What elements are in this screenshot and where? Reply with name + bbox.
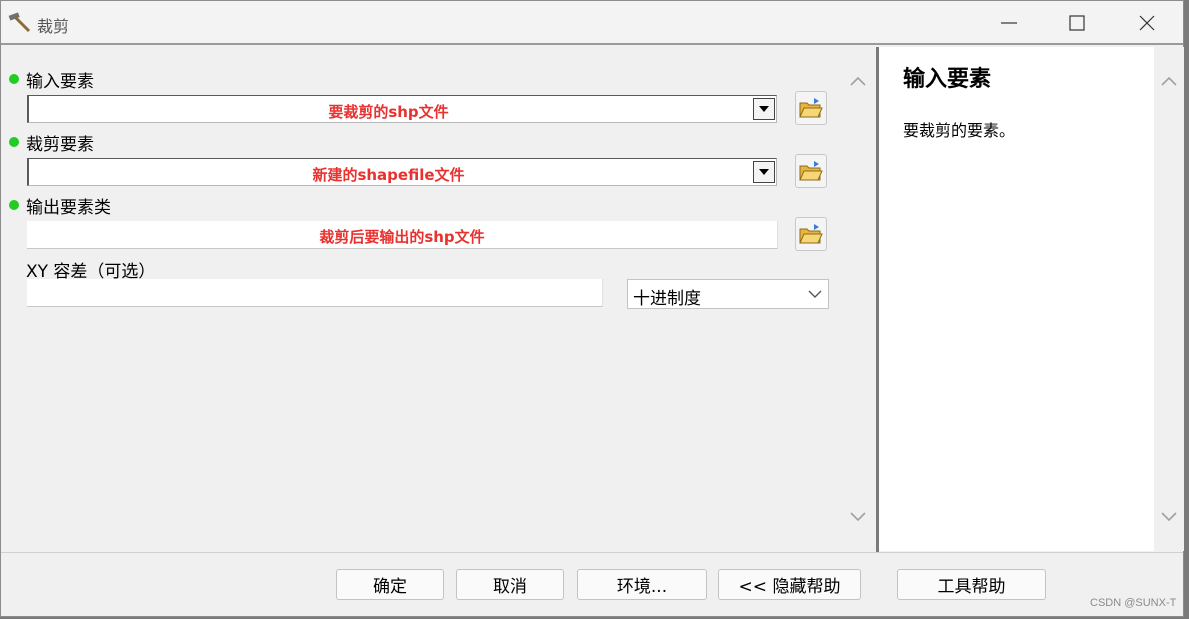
output-feature-class-label: 输出要素类 (26, 198, 111, 218)
open-folder-icon (799, 98, 823, 118)
clip-tool-window: 裁剪 输入要素 要裁剪的shp文件 裁剪要素 新建的shapefile文件 输出… (0, 0, 1184, 617)
dropdown-arrow-icon (759, 169, 769, 175)
close-button[interactable] (1117, 1, 1177, 45)
xy-tolerance-field[interactable] (27, 279, 603, 307)
maximize-button[interactable] (1047, 1, 1107, 45)
output-feature-class-field[interactable]: 裁剪后要输出的shp文件 (27, 221, 778, 249)
input-features-browse-button[interactable] (795, 91, 827, 125)
open-folder-icon (799, 161, 823, 181)
scroll-up-icon[interactable] (848, 73, 868, 89)
required-dot-icon (9, 74, 19, 84)
scroll-down-icon[interactable] (848, 509, 868, 525)
maximize-icon (1069, 15, 1085, 31)
title-bar: 裁剪 (1, 1, 1183, 45)
chevron-down-icon (808, 290, 822, 298)
xy-tolerance-unit-select[interactable]: 十进制度 (627, 279, 829, 309)
required-dot-icon (9, 137, 19, 147)
input-features-field[interactable]: 要裁剪的shp文件 (27, 95, 777, 123)
clip-features-label: 裁剪要素 (26, 135, 94, 155)
input-features-label: 输入要素 (26, 72, 94, 92)
hammer-icon (8, 12, 31, 33)
cancel-button[interactable]: 取消 (456, 569, 564, 600)
help-body: 要裁剪的要素。 (903, 121, 1016, 140)
clip-features-dropdown-button[interactable] (753, 161, 775, 183)
button-bar: 确定 取消 环境... << 隐藏帮助 工具帮助 (1, 552, 1183, 616)
output-feature-class-value: 裁剪后要输出的shp文件 (319, 228, 485, 246)
ok-button[interactable]: 确定 (336, 569, 444, 600)
clip-features-value: 新建的shapefile文件 (312, 166, 465, 184)
output-feature-class-browse-button[interactable] (795, 217, 827, 251)
scroll-down-icon[interactable] (1159, 509, 1179, 525)
minimize-button[interactable] (979, 1, 1039, 45)
scroll-up-icon[interactable] (1159, 73, 1179, 89)
environments-button[interactable]: 环境... (577, 569, 707, 600)
window-title: 裁剪 (37, 17, 70, 36)
input-features-value: 要裁剪的shp文件 (328, 103, 449, 121)
help-scrollbar[interactable] (1154, 47, 1184, 551)
clip-features-browse-button[interactable] (795, 154, 827, 188)
help-panel: 输入要素 要裁剪的要素。 (879, 47, 1154, 551)
clip-features-field[interactable]: 新建的shapefile文件 (27, 158, 777, 186)
help-title: 输入要素 (903, 67, 992, 92)
tool-help-button[interactable]: 工具帮助 (897, 569, 1046, 600)
parameters-scrollbar[interactable] (844, 47, 872, 551)
close-icon (1139, 15, 1155, 31)
watermark: CSDN @SUNX-T (1090, 597, 1177, 609)
dropdown-arrow-icon (759, 106, 769, 112)
minimize-icon (1001, 22, 1017, 24)
open-folder-icon (799, 224, 823, 244)
hide-help-button[interactable]: << 隐藏帮助 (718, 569, 861, 600)
xy-tolerance-unit-value: 十进制度 (633, 289, 701, 309)
required-dot-icon (9, 200, 19, 210)
input-features-dropdown-button[interactable] (753, 98, 775, 120)
